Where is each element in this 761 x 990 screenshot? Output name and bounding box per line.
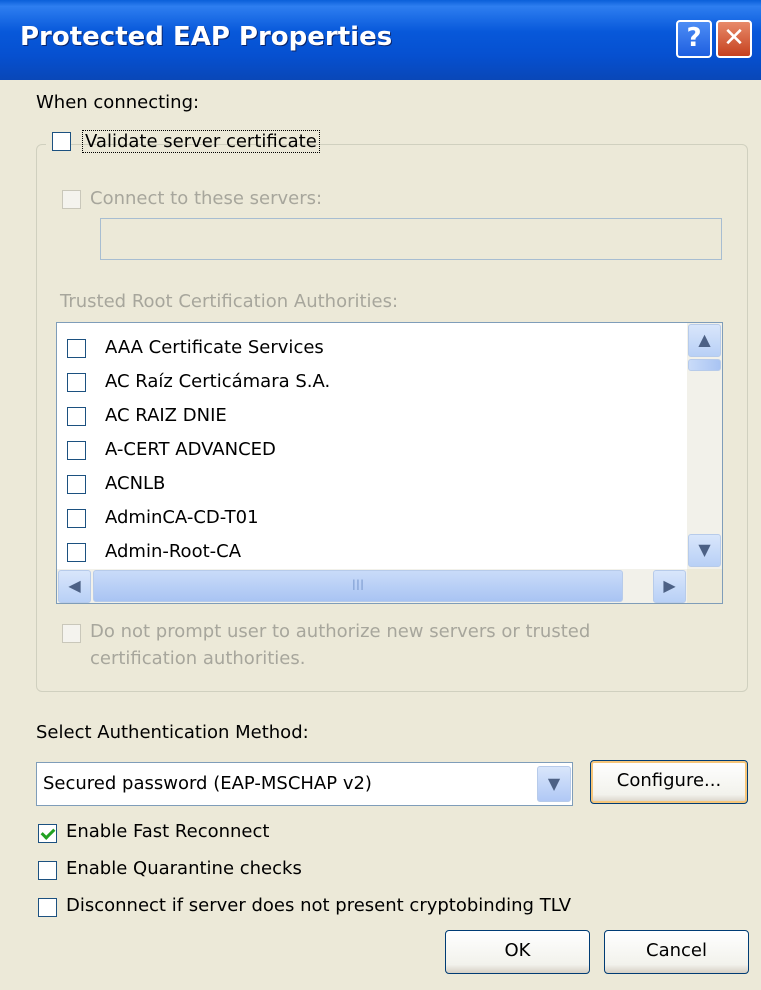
chevron-left-icon: ◀ — [68, 576, 81, 595]
cert-name: Admin-Root-CA — [105, 541, 242, 562]
auth-method-selected: Secured password (EAP-MSCHAP v2) — [43, 773, 372, 794]
connect-to-servers-checkbox[interactable] — [62, 190, 81, 209]
cert-name: ACNLB — [105, 473, 166, 494]
list-item[interactable]: Admin-Root-CA — [57, 533, 687, 567]
close-icon: ✕ — [723, 23, 745, 53]
list-item[interactable]: AAA Certificate Services — [57, 329, 687, 363]
grip-icon: III — [351, 578, 365, 594]
connect-to-servers-label: Connect to these servers: — [90, 188, 323, 209]
vertical-scrollbar[interactable]: ▲ ▼ — [687, 323, 722, 569]
cert-name: A-CERT ADVANCED — [105, 439, 276, 460]
list-item[interactable]: AC Raíz Certicámara S.A. — [57, 363, 687, 397]
servers-input[interactable] — [100, 218, 722, 260]
cryptobinding-checkbox[interactable] — [38, 898, 57, 917]
list-item[interactable]: A-CERT ADVANCED — [57, 431, 687, 465]
cert-name: AdminCA-CD-T01 — [105, 507, 259, 528]
cryptobinding-label: Disconnect if server does not present cr… — [66, 895, 572, 916]
chevron-down-icon: ▼ — [698, 540, 711, 559]
horizontal-scrollbar[interactable]: ◀ III ▶ — [57, 569, 687, 603]
scroll-down-button[interactable]: ▼ — [688, 534, 721, 567]
configure-button[interactable]: Configure... — [590, 760, 748, 804]
cert-name: AAA Certificate Services — [105, 337, 324, 358]
title-bar[interactable]: Protected EAP Properties ? ✕ — [0, 0, 761, 80]
trusted-root-ca-label: Trusted Root Certification Authorities: — [60, 291, 399, 312]
trusted-root-ca-list[interactable]: AAA Certificate Services AC Raíz Certicá… — [56, 322, 723, 604]
cert-checkbox[interactable] — [67, 407, 86, 426]
chevron-down-icon: ▼ — [547, 774, 561, 793]
validate-server-certificate-label: Validate server certificate — [82, 130, 320, 153]
list-item[interactable]: ACNLB — [57, 465, 687, 499]
dialog-window: Protected EAP Properties ? ✕ When connec… — [0, 0, 761, 990]
cert-checkbox[interactable] — [67, 339, 86, 358]
list-item[interactable]: AdminCA-CD-T01 — [57, 499, 687, 533]
scrollbar-corner — [687, 569, 722, 603]
cancel-label: Cancel — [646, 940, 707, 961]
chevron-right-icon: ▶ — [663, 576, 676, 595]
scroll-up-button[interactable]: ▲ — [688, 324, 721, 357]
do-not-prompt-label-line2: certification authorities. — [90, 648, 306, 669]
configure-label: Configure... — [616, 770, 722, 791]
cert-name: AC RAIZ DNIE — [105, 405, 227, 426]
help-button[interactable]: ? — [676, 20, 712, 58]
do-not-prompt-checkbox[interactable] — [62, 624, 81, 643]
fast-reconnect-checkbox[interactable] — [38, 824, 57, 843]
list-item[interactable]: AC RAIZ DNIE — [57, 397, 687, 431]
cert-checkbox[interactable] — [67, 509, 86, 528]
cancel-button[interactable]: Cancel — [604, 930, 749, 974]
cert-checkbox[interactable] — [67, 543, 86, 562]
validate-server-certificate-option[interactable]: Validate server certificate — [46, 128, 320, 158]
cert-checkbox[interactable] — [67, 373, 86, 392]
close-button[interactable]: ✕ — [716, 20, 752, 58]
do-not-prompt-label-line1: Do not prompt user to authorize new serv… — [90, 621, 591, 642]
scroll-left-button[interactable]: ◀ — [58, 570, 91, 603]
horizontal-scroll-thumb[interactable]: III — [93, 570, 623, 602]
help-icon: ? — [686, 23, 702, 53]
ok-label: OK — [504, 940, 531, 961]
quarantine-checks-checkbox[interactable] — [38, 861, 57, 880]
validate-server-certificate-checkbox[interactable] — [52, 132, 71, 151]
auth-method-select[interactable]: Secured password (EAP-MSCHAP v2) ▼ — [36, 762, 573, 806]
scroll-right-button[interactable]: ▶ — [653, 570, 686, 603]
cert-checkbox[interactable] — [67, 441, 86, 460]
cert-name: AC Raíz Certicámara S.A. — [105, 371, 331, 392]
window-title: Protected EAP Properties — [20, 22, 393, 52]
chevron-up-icon: ▲ — [698, 330, 711, 349]
fast-reconnect-label: Enable Fast Reconnect — [66, 821, 270, 842]
auth-method-label: Select Authentication Method: — [36, 722, 309, 743]
dropdown-button[interactable]: ▼ — [537, 766, 571, 802]
cert-checkbox[interactable] — [67, 475, 86, 494]
when-connecting-label: When connecting: — [36, 92, 200, 113]
vertical-scroll-thumb[interactable] — [688, 359, 721, 371]
ok-button[interactable]: OK — [445, 930, 590, 974]
quarantine-checks-label: Enable Quarantine checks — [66, 858, 302, 879]
